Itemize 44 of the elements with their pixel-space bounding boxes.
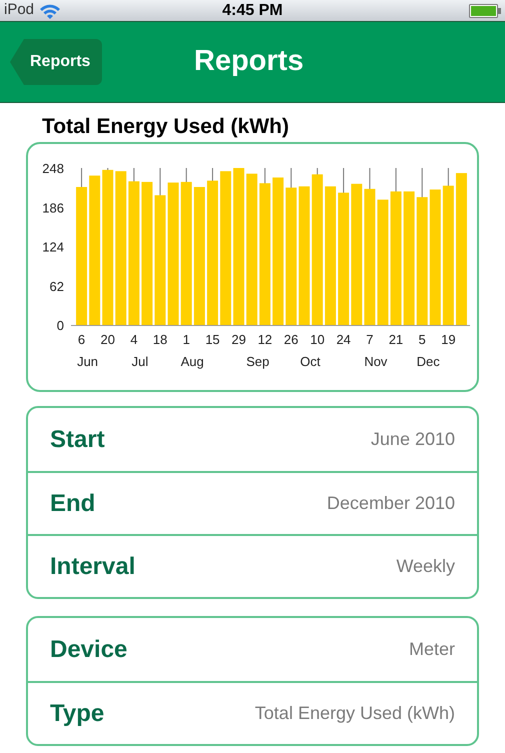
row-value: December 2010 — [326, 492, 455, 515]
x-tick-label: 10 — [310, 332, 325, 347]
month-label: Jul — [132, 354, 148, 369]
y-tick-label: 0 — [56, 318, 64, 333]
x-tick-label: 4 — [130, 332, 138, 347]
row-label: Interval — [50, 552, 136, 582]
carrier-name: iPod — [4, 0, 34, 20]
month-label: Dec — [416, 354, 440, 369]
back-button[interactable]: Reports — [10, 39, 102, 85]
row-label: Device — [50, 634, 128, 664]
x-tick-label: 5 — [418, 332, 426, 347]
y-tick-label: 124 — [42, 240, 64, 254]
row-label: End — [50, 488, 96, 518]
row-value: Total Energy Used (kWh) — [254, 702, 455, 725]
x-tick-label: 1 — [182, 332, 190, 347]
y-tick-label: 248 — [42, 161, 64, 176]
x-tick-label: 12 — [258, 332, 272, 347]
row-value: June 2010 — [370, 428, 455, 451]
row-value: Weekly — [396, 555, 455, 578]
x-tick-label: 18 — [152, 332, 168, 347]
clock-time: 4:45 PM — [222, 0, 283, 20]
x-tick-label: 24 — [336, 332, 351, 347]
row-value: Meter — [408, 638, 455, 661]
x-tick-label: 15 — [205, 332, 220, 347]
month-label: Nov — [364, 354, 388, 369]
month-label: Sep — [246, 354, 270, 369]
wifi-icon — [39, 2, 62, 18]
battery-icon — [469, 4, 501, 18]
x-tick-label: 19 — [441, 332, 456, 347]
x-tick-label: 21 — [388, 332, 404, 347]
screen-title: Reports — [194, 44, 304, 80]
row-label: Start — [50, 424, 105, 454]
x-tick-label: 6 — [78, 332, 86, 347]
y-tick-label: 62 — [50, 278, 64, 294]
x-tick-label: 7 — [366, 332, 374, 347]
x-tick-label: 26 — [284, 332, 298, 347]
month-label: Oct — [300, 354, 320, 369]
row-label: Type — [50, 698, 104, 728]
x-tick-label: 29 — [232, 332, 246, 347]
month-label: Aug — [180, 354, 204, 369]
x-tick-label: 20 — [100, 332, 115, 347]
month-label: Jun — [77, 354, 98, 369]
y-tick-label: 186 — [42, 200, 64, 216]
chart-title: Total Energy Used (kWh) — [42, 114, 290, 140]
